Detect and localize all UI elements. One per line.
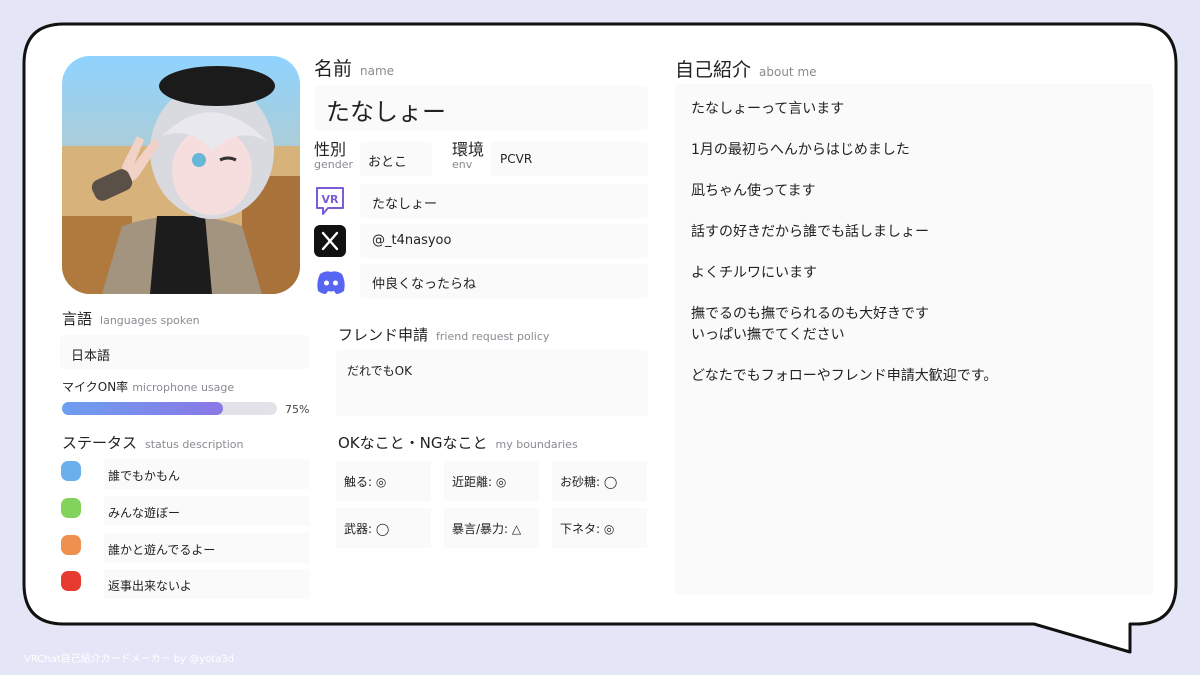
friend-request-sub: friend request policy	[436, 330, 550, 343]
env-sub: env	[452, 158, 473, 171]
x-handle: @_t4nasyoo	[360, 224, 648, 258]
status-sub: status description	[145, 438, 244, 451]
x-icon	[314, 225, 346, 257]
name-value: たなしょー	[314, 86, 648, 130]
status-dot-blue	[61, 461, 81, 481]
about-line: 撫でるのも撫でられるのも大好きです	[691, 306, 929, 322]
about-line: たなしょーって言います	[691, 101, 845, 117]
status-text: みんな遊ぼー	[104, 496, 310, 526]
env-value: PCVR	[490, 142, 648, 176]
about-sub: about me	[759, 65, 817, 79]
status-row: みんな遊ぼー	[60, 496, 310, 526]
about-line: いっぱい撫でてください	[691, 327, 845, 343]
boundary-item: 武器: ◯	[336, 508, 431, 548]
env-heading: 環境 env	[452, 141, 484, 171]
footer-credit: VRChat自己紹介カードメーカー by @yota3d	[24, 654, 235, 665]
status-row: 誰かと遊んでるよー	[60, 533, 310, 563]
boundaries-label: OKなこと・NGなこと	[338, 434, 488, 452]
avatar-photo	[62, 56, 300, 294]
boundary-item: 暴言/暴力: △	[444, 508, 539, 548]
about-heading: 自己紹介 about me	[675, 55, 817, 82]
vrchat-name: たなしょー	[360, 184, 648, 218]
about-line: よくチルワにいます	[691, 265, 817, 281]
mic-sub: microphone usage	[132, 381, 235, 394]
languages-sub: languages spoken	[100, 314, 200, 327]
status-text: 誰かと遊んでるよー	[104, 533, 310, 563]
gender-value: おとこ	[360, 142, 432, 176]
status-dot-green	[61, 498, 81, 518]
profile-card: 名前 name たなしょー 性別 gender おとこ 環境 env PCVR V…	[0, 0, 1200, 675]
gender-label: 性別	[314, 140, 347, 159]
about-line: 話すの好きだから誰でも話しましょー	[691, 224, 929, 240]
boundary-item: 近距離: ◎	[444, 461, 539, 501]
languages-label: 言語	[62, 310, 93, 328]
vrchat-icon: VR	[314, 185, 346, 217]
mic-percent: 75%	[285, 403, 310, 416]
gender-heading: 性別 gender	[314, 141, 353, 171]
boundaries-sub: my boundaries	[495, 438, 578, 451]
boundary-item: お砂糖: ◯	[552, 461, 647, 501]
status-dot-orange	[61, 535, 81, 555]
status-text: 誰でもかもん	[104, 459, 310, 489]
friend-request-label: フレンド申請	[338, 326, 429, 344]
about-text-box: たなしょーって言います 1月の最初らへんからはじめました 凪ちゃん使ってます 話…	[675, 84, 1153, 594]
svg-text:VR: VR	[322, 193, 340, 206]
mic-label: マイクON率	[62, 380, 129, 394]
status-text: 返事出来ないよ	[104, 569, 310, 599]
about-label: 自己紹介	[675, 59, 752, 81]
languages-heading: 言語 languages spoken	[62, 308, 200, 329]
about-line: 凪ちゃん使ってます	[691, 183, 816, 199]
boundaries-heading: OKなこと・NGなこと my boundaries	[338, 432, 578, 453]
languages-value: 日本語	[60, 335, 310, 369]
about-line: 1月の最初らへんからはじめました	[691, 142, 910, 158]
discord-note: 仲良くなったらね	[360, 264, 648, 298]
name-label: 名前	[314, 58, 353, 80]
boundary-item: 下ネタ: ◎	[552, 508, 647, 548]
mic-progress-fill	[62, 402, 224, 415]
name-sub: name	[360, 64, 395, 78]
discord-icon	[314, 266, 346, 298]
about-line: どなたでもフォローやフレンド申請大歓迎です。	[691, 368, 998, 384]
gender-sub: gender	[314, 158, 353, 171]
status-row: 返事出来ないよ	[60, 569, 310, 599]
status-dot-red	[61, 571, 81, 591]
friend-request-value: だれでもOK	[336, 350, 648, 416]
status-heading: ステータス status description	[62, 432, 243, 453]
mic-progress-bar	[62, 402, 277, 415]
boundary-item: 触る: ◎	[336, 461, 431, 501]
friend-request-heading: フレンド申請 friend request policy	[338, 324, 549, 345]
name-heading: 名前 name	[314, 54, 394, 81]
status-row: 誰でもかもん	[60, 459, 310, 489]
status-label: ステータス	[62, 434, 138, 452]
mic-heading: マイクON率 microphone usage	[62, 378, 234, 395]
env-label: 環境	[452, 140, 485, 159]
